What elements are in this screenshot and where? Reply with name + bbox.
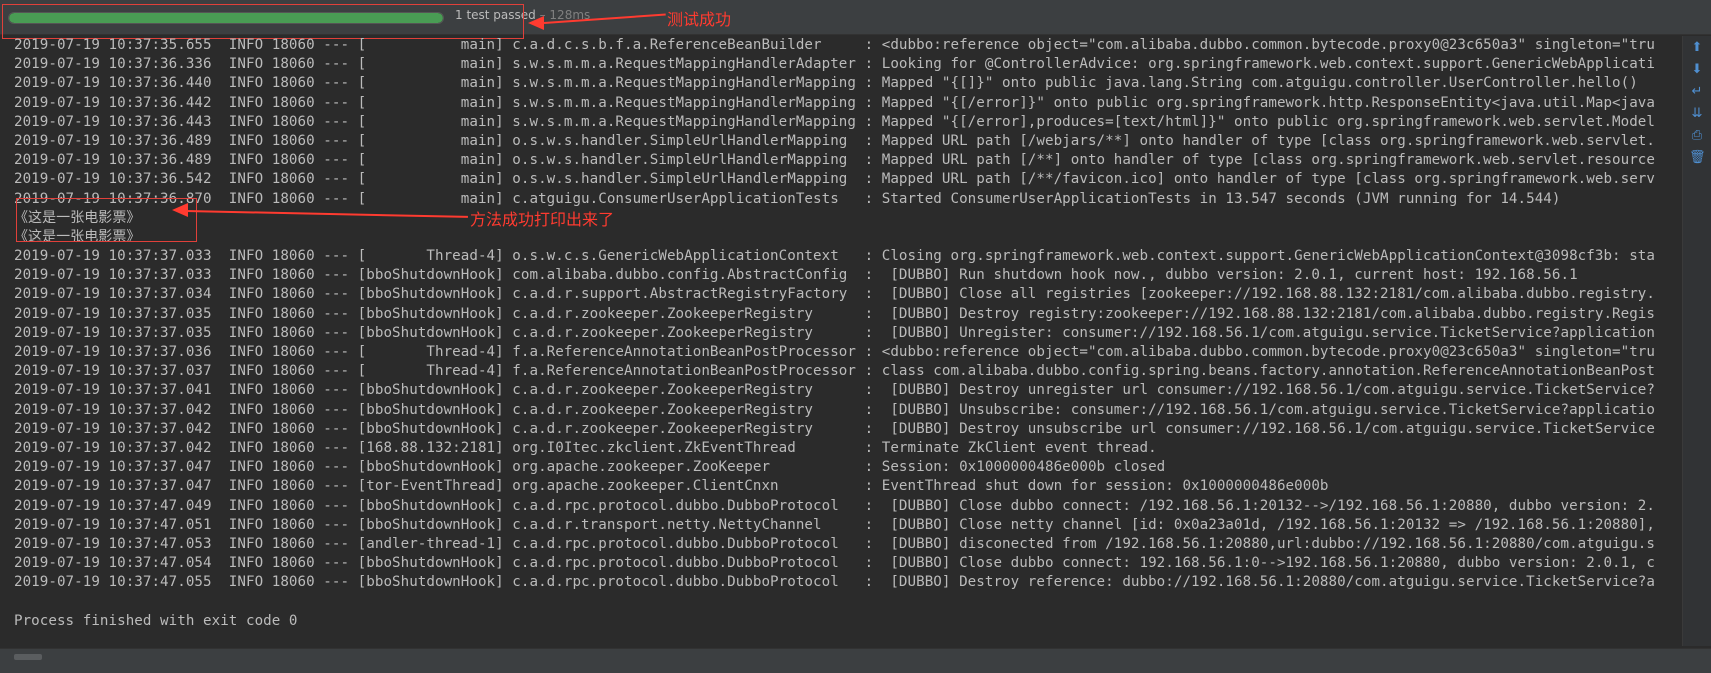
log-line: 2019-07-19 10:37:37.041 INFO 18060 --- [… [14, 382, 1655, 399]
log-line: 2019-07-19 10:37:37.042 INFO 18060 --- [… [14, 420, 1655, 437]
scroll-up-icon[interactable]: ⬆ [1689, 40, 1705, 56]
success-arrow-head [528, 16, 544, 30]
clear-all-icon[interactable]: 🗑 [1689, 150, 1706, 166]
log-line: 2019-07-19 10:37:37.033 INFO 18060 --- [… [14, 267, 1578, 284]
log-line: 2019-07-19 10:37:37.047 INFO 18060 --- [… [14, 478, 1329, 495]
log-line: 2019-07-19 10:37:36.489 INFO 18060 --- [… [14, 152, 1655, 169]
log-line: 2019-07-19 10:37:36.542 INFO 18060 --- [… [14, 171, 1655, 188]
printed-output-highlight-box [16, 198, 197, 242]
bottom-status-bar [0, 648, 1711, 673]
log-line: 2019-07-19 10:37:47.054 INFO 18060 --- [… [14, 555, 1655, 572]
console-output[interactable]: 2019-07-19 10:37:35.655 INFO 18060 --- [… [14, 36, 1681, 646]
log-line: 2019-07-19 10:37:37.035 INFO 18060 --- [… [14, 324, 1655, 341]
log-line: 2019-07-19 10:37:37.034 INFO 18060 --- [… [14, 286, 1655, 303]
log-line: 2019-07-19 10:37:36.443 INFO 18060 --- [… [14, 113, 1655, 130]
log-line: 2019-07-19 10:37:36.489 INFO 18060 --- [… [14, 132, 1655, 149]
log-line: 2019-07-19 10:37:37.047 INFO 18060 --- [… [14, 459, 1166, 476]
log-line: 2019-07-19 10:37:37.033 INFO 18060 --- [… [14, 248, 1655, 265]
printed-annotation: 方法成功打印出来了 [470, 210, 615, 229]
log-line: 2019-07-19 10:37:36.870 INFO 18060 --- [… [14, 190, 1561, 207]
log-line: 2019-07-19 10:37:37.036 INFO 18060 --- [… [14, 344, 1655, 360]
log-line: 2019-07-19 10:37:36.336 INFO 18060 --- [… [14, 56, 1655, 73]
log-line: 2019-07-19 10:37:37.037 INFO 18060 --- [… [14, 363, 1655, 380]
printed-output-line: 《这是一张电影票》 [14, 228, 141, 245]
log-line: 2019-07-19 10:37:47.053 INFO 18060 --- [… [14, 535, 1655, 552]
scroll-down-icon[interactable]: ⬇ [1689, 62, 1705, 78]
console-toolbar: ⬆ ⬇ ↵ ⇊ ⎙ 🗑 [1682, 36, 1711, 646]
process-exit-line: Process finished with exit code 0 [14, 612, 298, 629]
log-line: 2019-07-19 10:37:47.055 INFO 18060 --- [… [14, 574, 1655, 591]
log-line: 2019-07-19 10:37:37.035 INFO 18060 --- [… [14, 305, 1655, 322]
log-line: 2019-07-19 10:37:37.042 INFO 18060 --- [… [14, 439, 1157, 456]
log-line: 2019-07-19 10:37:37.042 INFO 18060 --- [… [14, 401, 1655, 418]
print-icon[interactable]: ⎙ [1689, 128, 1705, 144]
log-line: 2019-07-19 10:37:35.655 INFO 18060 --- [… [14, 37, 1655, 53]
horizontal-scrollbar[interactable] [14, 654, 42, 660]
log-line: 2019-07-19 10:37:47.051 INFO 18060 --- [… [14, 516, 1655, 533]
log-line: 2019-07-19 10:37:36.440 INFO 18060 --- [… [14, 75, 1638, 92]
success-highlight-box [2, 4, 524, 39]
log-line: 2019-07-19 10:37:47.049 INFO 18060 --- [… [14, 497, 1655, 514]
soft-wrap-icon[interactable]: ↵ [1689, 84, 1705, 100]
scroll-to-end-icon[interactable]: ⇊ [1689, 106, 1705, 122]
success-annotation: 测试成功 [667, 10, 732, 29]
log-line: 2019-07-19 10:37:36.442 INFO 18060 --- [… [14, 94, 1655, 111]
printed-arrow-head [172, 203, 188, 217]
